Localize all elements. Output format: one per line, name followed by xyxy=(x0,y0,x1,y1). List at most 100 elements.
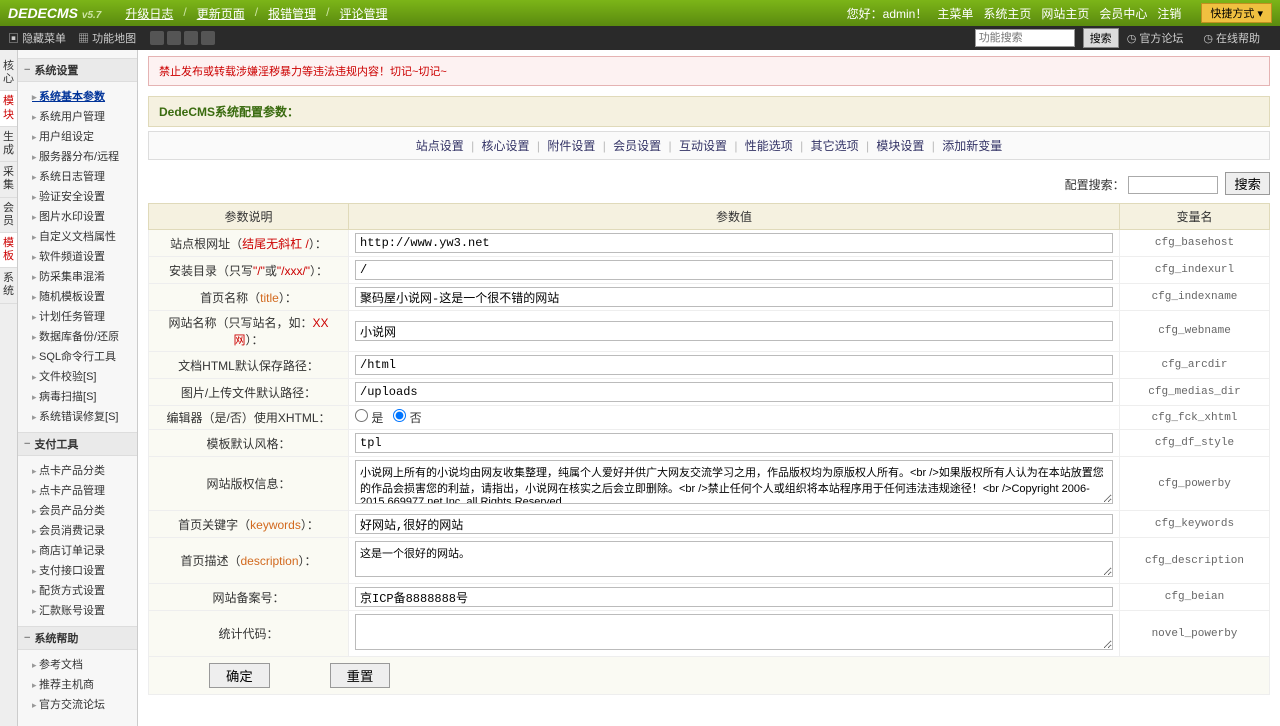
sidebar-item[interactable]: 文件校验[S] xyxy=(32,366,131,386)
toplink[interactable]: 网站主页 xyxy=(1041,7,1089,21)
config-search-input[interactable] xyxy=(1128,176,1218,194)
param-input[interactable] xyxy=(355,233,1113,253)
sidebar-item[interactable]: 系统日志管理 xyxy=(32,166,131,186)
palette-icon[interactable] xyxy=(184,31,198,45)
sidebar-item[interactable]: 商店订单记录 xyxy=(32,540,131,560)
param-varname: novel_powerby xyxy=(1120,611,1270,657)
topnav-link[interactable]: 升级日志 xyxy=(121,5,177,22)
sidebar-item[interactable]: 病毒扫描[S] xyxy=(32,386,131,406)
sidebar-item[interactable]: 参考文档 xyxy=(32,654,131,674)
sidebar-item[interactable]: 用户组设定 xyxy=(32,126,131,146)
sidebar-item[interactable]: 图片水印设置 xyxy=(32,206,131,226)
param-label: 首页描述（description）： xyxy=(149,538,349,584)
sidebar-item[interactable]: 会员产品分类 xyxy=(32,500,131,520)
sidebar-item[interactable]: 软件频道设置 xyxy=(32,246,131,266)
sidebar-item[interactable]: 服务器分布/远程 xyxy=(32,146,131,166)
config-tab[interactable]: 互动设置 xyxy=(679,139,727,153)
param-varname: cfg_arcdir xyxy=(1120,352,1270,379)
param-textarea[interactable] xyxy=(355,541,1113,577)
sidebar: 系统设置系统基本参数系统用户管理用户组设定服务器分布/远程系统日志管理验证安全设… xyxy=(18,50,138,726)
param-textarea[interactable] xyxy=(355,614,1113,650)
sidebar-item[interactable]: 计划任务管理 xyxy=(32,306,131,326)
topnav-link[interactable]: 更新页面 xyxy=(193,5,249,22)
quick-access-button[interactable]: 快捷方式 ▾ xyxy=(1201,3,1272,23)
param-label: 网站名称（只写站名，如：XX网）： xyxy=(149,311,349,352)
bbs-link[interactable]: ◷ 官方论坛 xyxy=(1127,30,1184,46)
sidebar-item[interactable]: 配货方式设置 xyxy=(32,580,131,600)
function-search-input[interactable] xyxy=(975,29,1075,47)
param-input[interactable] xyxy=(355,587,1113,607)
config-tab[interactable]: 性能选项 xyxy=(745,139,793,153)
param-varname: cfg_indexurl xyxy=(1120,257,1270,284)
vtab-采集[interactable]: 采集 xyxy=(0,162,17,197)
th-label: 参数说明 xyxy=(149,204,349,230)
vertical-tabs: 核心模块生成采集会员模板系统 xyxy=(0,50,18,726)
param-input[interactable] xyxy=(355,433,1113,453)
topnav-link[interactable]: 评论管理 xyxy=(335,5,391,22)
param-label: 网站备案号： xyxy=(149,584,349,611)
palette-icon[interactable] xyxy=(167,31,181,45)
sidebar-item[interactable]: 系统错误修复[S] xyxy=(32,406,131,426)
sidebar-item[interactable]: 随机模板设置 xyxy=(32,286,131,306)
vtab-模块[interactable]: 模块 xyxy=(0,91,17,126)
sidebar-item[interactable]: 数据库备份/还原 xyxy=(32,326,131,346)
vtab-模板[interactable]: 模板 xyxy=(0,233,17,268)
reset-button[interactable]: 重置 xyxy=(330,663,391,688)
param-radio-yes[interactable] xyxy=(355,409,368,422)
sidebar-item[interactable]: 自定义文档属性 xyxy=(32,226,131,246)
config-tabs: 站点设置 | 核心设置 | 附件设置 | 会员设置 | 互动设置 | 性能选项 … xyxy=(148,131,1270,160)
config-tab[interactable]: 添加新变量 xyxy=(942,139,1002,153)
vtab-会员[interactable]: 会员 xyxy=(0,198,17,233)
param-varname: cfg_webname xyxy=(1120,311,1270,352)
sidebar-item[interactable]: 点卡产品管理 xyxy=(32,480,131,500)
palette-icon[interactable] xyxy=(201,31,215,45)
sidebar-item[interactable]: 防采集串混淆 xyxy=(32,266,131,286)
vtab-核心[interactable]: 核心 xyxy=(0,56,17,91)
sidebar-group-title[interactable]: 支付工具 xyxy=(18,432,137,456)
hide-menu-link[interactable]: ▣ 隐藏菜单 xyxy=(8,30,66,46)
param-input[interactable] xyxy=(355,355,1113,375)
sidebar-item[interactable]: SQL命令行工具 xyxy=(32,346,131,366)
config-search-button[interactable]: 搜索 xyxy=(1225,172,1270,195)
param-input[interactable] xyxy=(355,514,1113,534)
config-tab[interactable]: 其它选项 xyxy=(811,139,859,153)
sidebar-item[interactable]: 点卡产品分类 xyxy=(32,460,131,480)
config-tab[interactable]: 站点设置 xyxy=(416,139,464,153)
toplink[interactable]: 主菜单 xyxy=(937,7,973,21)
sitemap-link[interactable]: ▦ 功能地图 xyxy=(78,30,136,46)
sidebar-item[interactable]: 官方交流论坛 xyxy=(32,694,131,714)
sidebar-item[interactable]: 会员消费记录 xyxy=(32,520,131,540)
sidebar-item[interactable]: 系统用户管理 xyxy=(32,106,131,126)
toplink[interactable]: 系统主页 xyxy=(983,7,1031,21)
param-textarea[interactable] xyxy=(355,460,1113,504)
sidebar-item[interactable]: 支付接口设置 xyxy=(32,560,131,580)
param-input[interactable] xyxy=(355,260,1113,280)
topnav-link[interactable]: 报错管理 xyxy=(264,5,320,22)
palette-icon[interactable] xyxy=(150,31,164,45)
function-search-button[interactable]: 搜索 xyxy=(1083,28,1119,48)
vtab-生成[interactable]: 生成 xyxy=(0,127,17,162)
param-varname: cfg_description xyxy=(1120,538,1270,584)
sidebar-item[interactable]: 系统基本参数 xyxy=(32,86,131,106)
param-radio-no[interactable] xyxy=(393,409,406,422)
config-tab[interactable]: 会员设置 xyxy=(613,139,661,153)
sidebar-group-title[interactable]: 系统设置 xyxy=(18,58,137,82)
sidebar-item[interactable]: 推荐主机商 xyxy=(32,674,131,694)
sidebar-item[interactable]: 验证安全设置 xyxy=(32,186,131,206)
toplink[interactable]: 注销 xyxy=(1157,7,1181,21)
top-nav: 升级日志/更新页面/报错管理/评论管理 xyxy=(121,5,391,22)
param-input[interactable] xyxy=(355,382,1113,402)
config-tab[interactable]: 模块设置 xyxy=(876,139,924,153)
toplink[interactable]: 会员中心 xyxy=(1099,7,1147,21)
help-link[interactable]: ◷ 在线帮助 xyxy=(1203,30,1260,46)
th-var: 变量名 xyxy=(1120,204,1270,230)
param-input[interactable] xyxy=(355,287,1113,307)
vtab-系统[interactable]: 系统 xyxy=(0,268,17,303)
sidebar-item[interactable]: 汇款账号设置 xyxy=(32,600,131,620)
sidebar-group-title[interactable]: 系统帮助 xyxy=(18,626,137,650)
config-tab[interactable]: 附件设置 xyxy=(547,139,595,153)
param-input[interactable] xyxy=(355,321,1113,341)
config-tab[interactable]: 核心设置 xyxy=(482,139,530,153)
param-label: 模板默认风格： xyxy=(149,430,349,457)
submit-button[interactable]: 确定 xyxy=(209,663,270,688)
